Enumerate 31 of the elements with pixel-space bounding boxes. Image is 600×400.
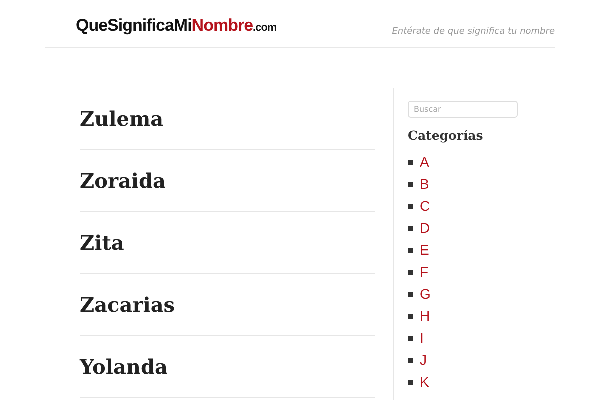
name-title[interactable]: Zulema — [80, 88, 375, 150]
category-link[interactable]: A — [420, 154, 430, 170]
category-link[interactable]: H — [420, 308, 430, 324]
site-logo[interactable]: QueSignificaMiNombre.com — [76, 16, 277, 36]
site-tagline: Entérate de que significa tu nombre — [392, 26, 555, 36]
category-link[interactable]: E — [420, 242, 430, 258]
bullet-icon — [408, 314, 413, 318]
bullet-icon — [408, 336, 413, 340]
bullet-icon — [408, 270, 413, 274]
bullet-icon — [408, 248, 413, 252]
category-link[interactable]: D — [420, 220, 430, 236]
category-link[interactable]: F — [420, 264, 429, 280]
bullet-icon — [408, 292, 413, 296]
name-title[interactable]: Zoraida — [80, 150, 375, 212]
search-field[interactable]: Buscar — [408, 101, 518, 118]
bullet-icon — [408, 380, 413, 384]
name-title[interactable]: Zacarias — [80, 274, 375, 336]
categories-heading: Categorías — [408, 128, 484, 143]
category-link[interactable]: K — [420, 374, 430, 390]
name-title[interactable]: Yolanda — [80, 336, 375, 398]
bullet-icon — [408, 204, 413, 208]
category-link[interactable]: C — [420, 198, 430, 214]
name-title[interactable]: Zita — [80, 212, 375, 274]
category-link[interactable]: B — [420, 176, 430, 192]
category-link[interactable]: G — [420, 286, 431, 302]
bullet-icon — [408, 226, 413, 230]
bullet-icon — [408, 160, 413, 164]
bullet-icon — [408, 358, 413, 362]
category-link[interactable]: J — [420, 352, 427, 368]
category-link[interactable]: I — [420, 330, 424, 346]
bullet-icon — [408, 182, 413, 186]
